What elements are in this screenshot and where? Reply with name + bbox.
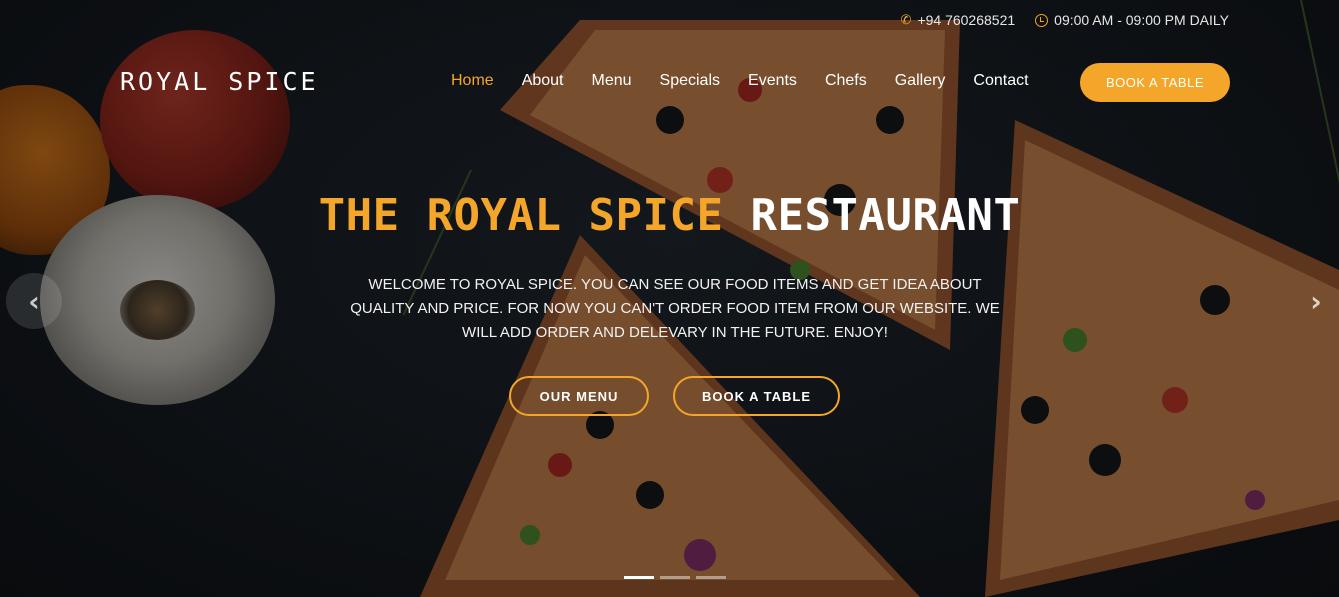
carousel-prev-button[interactable]: ‹ bbox=[6, 273, 62, 329]
hero-welcome-text: WELCOME TO ROYAL SPICE. YOU CAN SEE OUR … bbox=[350, 276, 1000, 341]
carousel-indicator-1[interactable] bbox=[624, 576, 654, 579]
carousel-next-button[interactable]: › bbox=[1288, 273, 1339, 329]
nav-specials[interactable]: Specials bbox=[660, 72, 720, 90]
nav-contact[interactable]: Contact bbox=[973, 72, 1028, 90]
opening-hours: 09:00 AM - 09:00 PM DAILY bbox=[1054, 12, 1229, 28]
hours-info: 09:00 AM - 09:00 PM DAILY bbox=[1035, 12, 1229, 28]
nav-chefs[interactable]: Chefs bbox=[825, 72, 867, 90]
nav-home[interactable]: Home bbox=[451, 72, 494, 90]
carousel-indicator-2[interactable] bbox=[660, 576, 690, 579]
carousel-indicator-3[interactable] bbox=[696, 576, 726, 579]
hero-title-accent: THE ROYAL SPICE bbox=[318, 190, 724, 241]
book-table-button[interactable]: BOOK A TABLE bbox=[1080, 63, 1230, 102]
chevron-right-icon: › bbox=[1310, 284, 1322, 318]
hero-title-plain: RESTAURANT bbox=[750, 190, 1021, 241]
chevron-left-icon: ‹ bbox=[28, 284, 40, 318]
hero-book-table-button[interactable]: BOOK A TABLE bbox=[673, 376, 840, 416]
phone-icon: ✆ bbox=[900, 12, 912, 27]
nav-events[interactable]: Events bbox=[748, 72, 797, 90]
carousel-indicators bbox=[624, 576, 726, 579]
nav-about[interactable]: About bbox=[522, 72, 564, 90]
topbar: ✆ +94 760268521 09:00 AM - 09:00 PM DAIL… bbox=[901, 12, 1229, 28]
clock-icon bbox=[1035, 13, 1049, 27]
our-menu-button[interactable]: OUR MENU bbox=[509, 376, 649, 416]
main-nav: Home About Menu Specials Events Chefs Ga… bbox=[451, 72, 1029, 90]
phone-info: ✆ +94 760268521 bbox=[901, 12, 1016, 28]
hero-title: THE ROYAL SPICE RESTAURANT bbox=[0, 190, 1339, 241]
phone-number: +94 760268521 bbox=[917, 12, 1016, 28]
site-logo[interactable]: ROYAL SPICE bbox=[120, 67, 319, 96]
nav-menu[interactable]: Menu bbox=[592, 72, 632, 90]
nav-gallery[interactable]: Gallery bbox=[895, 72, 946, 90]
